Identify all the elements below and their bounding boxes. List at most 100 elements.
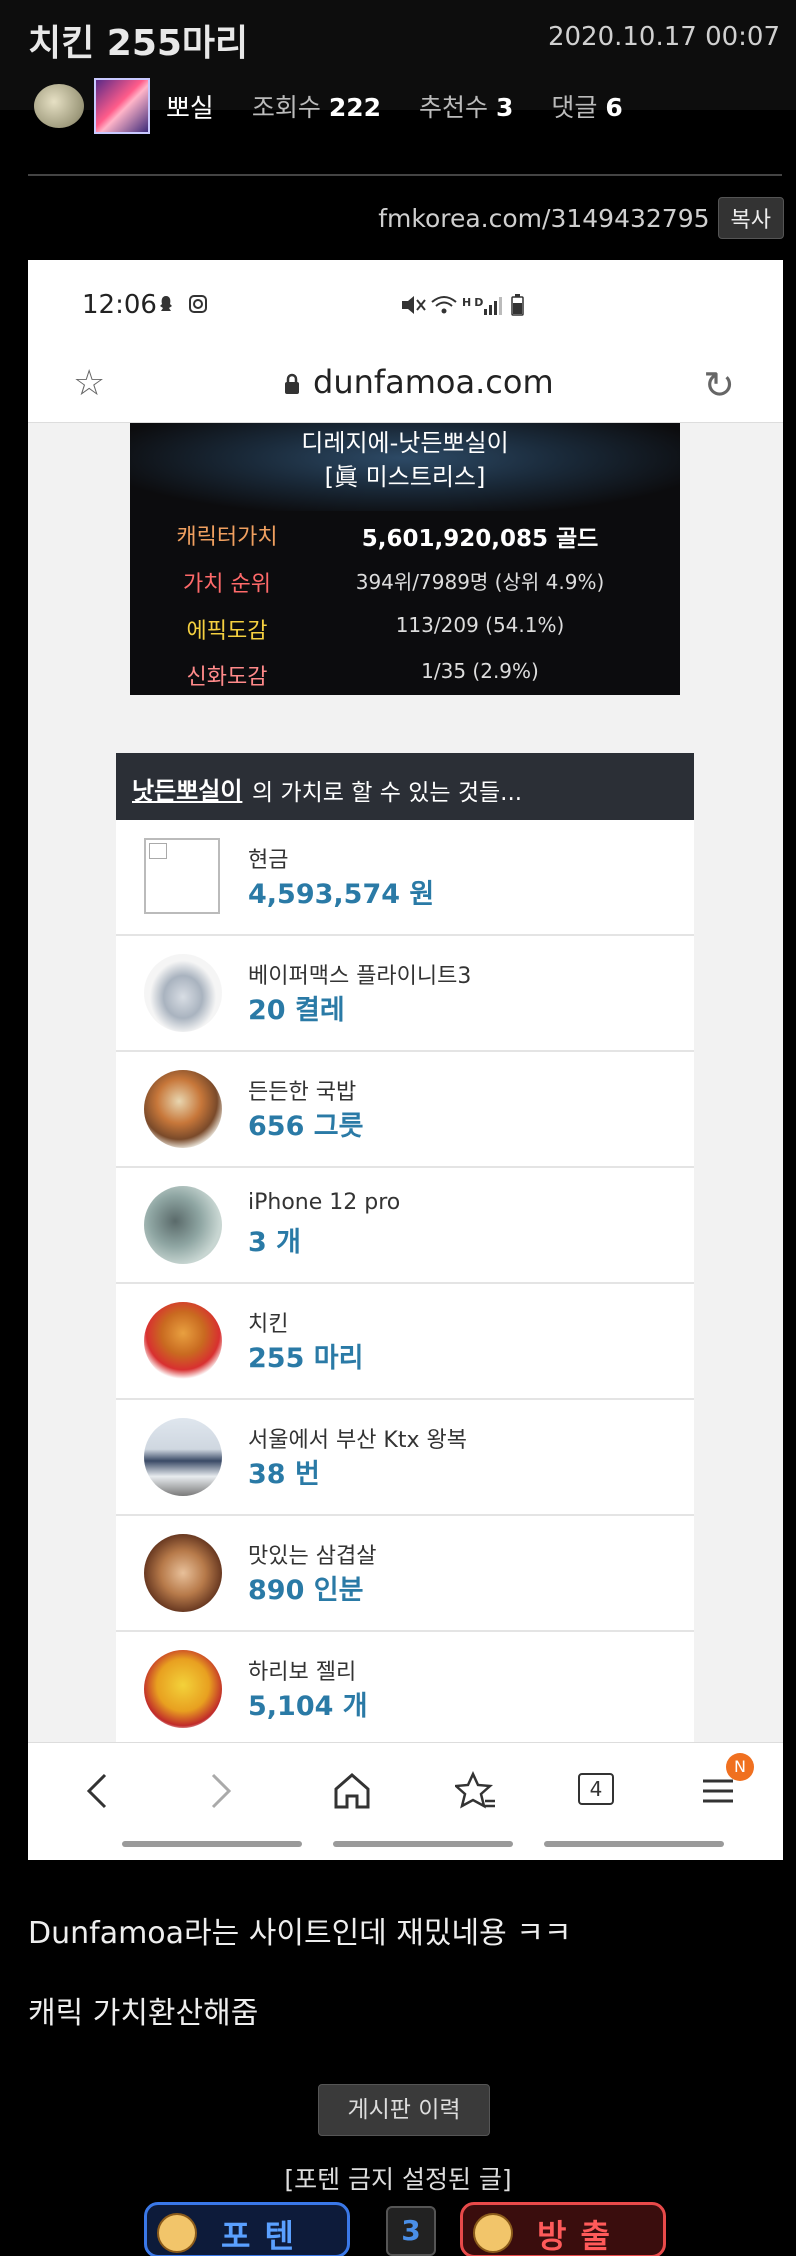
stat-label: 에픽도감: [186, 619, 268, 644]
system-status-icons: HD: [400, 292, 550, 323]
list-item: 베이퍼맥스 플라이니트3 20 켤레: [116, 936, 694, 1052]
board-history-button[interactable]: 게시판 이력: [318, 2084, 490, 2136]
hd-voice-icon: HD: [462, 296, 486, 309]
forward-icon[interactable]: [190, 1761, 250, 1821]
character-link[interactable]: 낫든뽀실이: [132, 771, 242, 806]
list-item: iPhone 12 pro 3 개: [116, 1168, 694, 1284]
stat-label: 가치 순위: [183, 572, 271, 597]
list-item: 현금 4,593,574 원: [116, 820, 694, 936]
comments-label: 댓글: [551, 93, 598, 122]
item-name: iPhone 12 pro: [248, 1190, 401, 1215]
character-stat-row: 신화도감 1/35 (2.9%): [130, 659, 680, 699]
item-name: 든든한 국밥: [248, 1080, 357, 1105]
character-stat-row: 에픽도감 113/209 (54.1%): [130, 613, 680, 653]
character-name: 디레지에-낫든뽀실이: [301, 429, 509, 457]
item-value: 4,593,574 원: [248, 879, 435, 910]
thumbs-down-face-icon: [473, 2213, 513, 2253]
back-icon[interactable]: [68, 1761, 128, 1821]
avatar[interactable]: [94, 78, 150, 134]
author-name[interactable]: 뽀실: [166, 88, 214, 125]
item-name: 하리보 젤리: [248, 1660, 357, 1685]
stat-label: 캐릭터가치: [176, 525, 278, 550]
stat-value: 394위/7989명 (상위 4.9%): [355, 570, 605, 594]
view-count: 조회수 222: [252, 88, 381, 124]
gukbap-icon: [144, 1070, 222, 1148]
chicken-icon: [144, 1302, 222, 1380]
post-meta: 뽀실 조회수 222 추천수 3 댓글 6: [34, 78, 651, 134]
recommend-count: 추천수 3: [419, 88, 513, 124]
item-value: 3 개: [248, 1227, 302, 1258]
character-stat-row: 캐릭터가치 5,601,920,085 골드: [130, 519, 680, 559]
tabs-icon[interactable]: 4: [566, 1761, 626, 1821]
battery-icon: [511, 294, 524, 316]
character-stat-row: 가치 순위 394위/7989명 (상위 4.9%): [130, 566, 680, 606]
menu-icon[interactable]: N: [688, 1753, 754, 1821]
haribo-icon: [144, 1650, 222, 1728]
character-summary: 디레지에-낫든뽀실이 [眞 미스트리스] 캐릭터가치 5,601,920,085…: [130, 423, 680, 695]
banish-vote-button[interactable]: 방출: [460, 2202, 666, 2256]
browser-bottom-nav: 4 N: [28, 1742, 783, 1860]
post-url-row: fmkorea.com/3149432795 복사: [378, 197, 784, 239]
list-header: 낫든뽀실이 의 가치로 할 수 있는 것들...: [116, 753, 694, 820]
gesture-bar: [544, 1841, 724, 1847]
comment-count[interactable]: 댓글 6: [551, 88, 622, 124]
list-item: 맛있는 삼겹살 890 인분: [116, 1516, 694, 1632]
user-level-icon: [34, 84, 84, 128]
vote-down-label: 방출: [537, 2217, 624, 2255]
broken-image-icon: [144, 838, 220, 914]
pote-ban-note: [포텐 금지 설정된 글]: [284, 2165, 512, 2194]
instagram-icon: [189, 295, 207, 313]
sneaker-icon: [144, 954, 222, 1032]
item-name: 현금: [248, 848, 289, 873]
gesture-bar: [333, 1841, 513, 1847]
gesture-bar: [122, 1841, 302, 1847]
list-item: 치킨 255 마리: [116, 1284, 694, 1400]
character-title: [眞 미스트리스]: [324, 463, 486, 491]
post-body-line: 캐릭 가치환산해줌: [28, 1996, 259, 2031]
stat-label: 신화도감: [186, 665, 268, 690]
notification-icons: [158, 292, 218, 321]
item-value: 890 인분: [248, 1575, 364, 1606]
item-value: 20 켤레: [248, 995, 345, 1026]
lock-icon: [285, 373, 299, 394]
list-item: 하리보 젤리 5,104 개: [116, 1632, 694, 1748]
list-item: 서울에서 부산 Ktx 왕복 38 번: [116, 1400, 694, 1516]
vote-up-label: 포텐: [221, 2217, 308, 2255]
item-value: 5,104 개: [248, 1691, 368, 1722]
post-body-line: Dunfamoa라는 사이트인데 재밌네용 ㅋㅋ: [28, 1916, 572, 1951]
item-name: 베이퍼맥스 플라이니트3: [248, 964, 472, 989]
copy-url-button[interactable]: 복사: [717, 197, 784, 239]
item-value: 656 그릇: [248, 1111, 364, 1142]
url-domain[interactable]: dunfamoa.com: [313, 363, 554, 401]
refresh-icon[interactable]: ↻: [703, 363, 735, 407]
bookmark-star-icon[interactable]: ☆: [73, 363, 105, 404]
item-value: 38 번: [248, 1459, 320, 1490]
stat-value: 5,601,920,085 골드: [361, 526, 599, 552]
phone-screenshot: 12:06 HD ☆ dunfamoa.com ↻ 디레지에-낫든뽀실이 [眞 …: [28, 260, 783, 1860]
vote-row: 포텐 3 방출: [0, 2200, 796, 2256]
tabs-count: 4: [578, 1773, 614, 1805]
pote-vote-button[interactable]: 포텐: [144, 2202, 350, 2256]
wifi-icon: [431, 296, 457, 314]
notification-badge: N: [726, 1753, 754, 1781]
views-label: 조회수: [251, 93, 321, 122]
views-value: 222: [328, 93, 381, 122]
samgyeopsal-icon: [144, 1534, 222, 1612]
item-name: 맛있는 삼겹살: [248, 1544, 377, 1569]
list-header-text: 의 가치로 할 수 있는 것들...: [252, 780, 523, 806]
svg-text:HD: HD: [462, 296, 486, 309]
home-icon[interactable]: [322, 1761, 382, 1821]
comments-value: 6: [605, 93, 623, 122]
post-date: 2020.10.17 00:07: [547, 22, 780, 52]
item-name: 서울에서 부산 Ktx 왕복: [248, 1428, 467, 1453]
post-title: 치킨 255마리: [28, 23, 249, 64]
iphone-icon: [144, 1186, 222, 1264]
vote-count: 3: [386, 2206, 436, 2256]
value-list: 낫든뽀실이 의 가치로 할 수 있는 것들... 현금 4,593,574 원 …: [116, 753, 694, 1860]
post-url[interactable]: fmkorea.com/3149432795: [378, 204, 709, 233]
stat-value: 113/209 (54.1%): [395, 613, 565, 637]
status-clock: 12:06: [82, 290, 157, 320]
recommends-value: 3: [495, 93, 514, 122]
status-bar: 12:06 HD: [28, 260, 783, 345]
bookmarks-icon[interactable]: [446, 1761, 506, 1821]
